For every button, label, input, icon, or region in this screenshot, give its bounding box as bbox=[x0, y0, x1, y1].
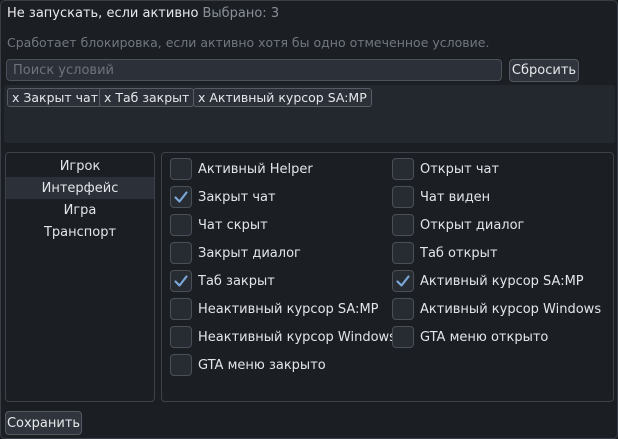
window-title: Не запускать, если активно Выбрано: 3 bbox=[7, 6, 279, 21]
option-label: Активный курсор Windows bbox=[420, 301, 602, 317]
chip-active-cursor-samp[interactable]: x Активный курсор SA:MP bbox=[193, 88, 372, 107]
check-icon bbox=[174, 191, 188, 203]
option-label: Чат скрыт bbox=[198, 217, 268, 233]
checkbox[interactable] bbox=[392, 186, 414, 208]
checkbox[interactable] bbox=[392, 298, 414, 320]
checkbox[interactable] bbox=[392, 270, 414, 292]
selected-chips-area: x Закрыт чат x Таб закрыт x Активный кур… bbox=[4, 85, 615, 143]
checkbox[interactable] bbox=[392, 158, 414, 180]
settings-window: Не запускать, если активно Выбрано: 3 Сра… bbox=[0, 0, 618, 439]
option-label: Неактивный курсор SA:MP bbox=[198, 301, 379, 317]
checkbox[interactable] bbox=[392, 242, 414, 264]
option-tab-open[interactable]: Таб открыт bbox=[392, 241, 498, 265]
chip-closed-chat[interactable]: x Закрыт чат bbox=[7, 88, 103, 107]
sidebar-item-interface[interactable]: Интерфейс bbox=[6, 177, 154, 199]
save-button[interactable]: Сохранить bbox=[5, 411, 82, 435]
selected-count: Выбрано: 3 bbox=[202, 6, 280, 21]
option-chat-visible[interactable]: Чат виден bbox=[392, 185, 490, 209]
hint-text: Сработает блокировка, если активно хотя … bbox=[7, 35, 490, 50]
option-label: Открыт чат bbox=[420, 161, 500, 177]
checkbox[interactable] bbox=[170, 326, 192, 348]
option-active-cursor-windows[interactable]: Активный курсор Windows bbox=[392, 297, 601, 321]
checkbox[interactable] bbox=[170, 158, 192, 180]
reset-button[interactable]: Сбросить bbox=[509, 59, 579, 82]
sidebar-item-player[interactable]: Игрок bbox=[6, 155, 154, 177]
options-panel: Активный Helper Закрыт чат Чат скрыт Зак… bbox=[161, 152, 614, 402]
sidebar-item-transport[interactable]: Транспорт bbox=[6, 221, 154, 243]
option-tab-closed[interactable]: Таб закрыт bbox=[170, 269, 275, 293]
option-label: Закрыт диалог bbox=[198, 245, 301, 261]
option-chat-hidden[interactable]: Чат скрыт bbox=[170, 213, 268, 237]
option-label: Таб открыт bbox=[420, 245, 498, 261]
option-label: Чат виден bbox=[420, 189, 491, 205]
checkbox[interactable] bbox=[170, 186, 192, 208]
checkbox[interactable] bbox=[170, 242, 192, 264]
option-closed-dialog[interactable]: Закрыт диалог bbox=[170, 241, 301, 265]
category-sidebar: Игрок Интерфейс Игра Транспорт bbox=[5, 152, 155, 402]
option-inactive-cursor-windows[interactable]: Неактивный курсор Windows bbox=[170, 325, 396, 349]
checkbox[interactable] bbox=[392, 214, 414, 236]
option-active-helper[interactable]: Активный Helper bbox=[170, 157, 313, 181]
checkbox[interactable] bbox=[170, 354, 192, 376]
option-open-chat[interactable]: Открыт чат bbox=[392, 157, 499, 181]
option-label: Открыт диалог bbox=[420, 217, 525, 233]
option-label: Таб закрыт bbox=[198, 273, 275, 289]
option-label: GTA меню закрыто bbox=[198, 357, 326, 373]
option-inactive-cursor-samp[interactable]: Неактивный курсор SA:MP bbox=[170, 297, 379, 321]
option-closed-chat[interactable]: Закрыт чат bbox=[170, 185, 276, 209]
check-icon bbox=[174, 275, 188, 287]
option-gta-menu-closed[interactable]: GTA меню закрыто bbox=[170, 353, 326, 377]
option-label: GTA меню открыто bbox=[420, 329, 549, 345]
sidebar-item-game[interactable]: Игра bbox=[6, 199, 154, 221]
option-label: Неактивный курсор Windows bbox=[198, 329, 396, 345]
search-input[interactable] bbox=[6, 59, 502, 81]
checkbox[interactable] bbox=[170, 298, 192, 320]
checkbox[interactable] bbox=[170, 270, 192, 292]
chip-tab-closed[interactable]: x Таб закрыт bbox=[99, 88, 195, 107]
option-open-dialog[interactable]: Открыт диалог bbox=[392, 213, 524, 237]
option-label: Активный курсор SA:MP bbox=[420, 273, 584, 289]
option-active-cursor-samp[interactable]: Активный курсор SA:MP bbox=[392, 269, 584, 293]
page-title: Не запускать, если активно bbox=[7, 6, 199, 21]
option-gta-menu-open[interactable]: GTA меню открыто bbox=[392, 325, 548, 349]
check-icon bbox=[396, 275, 410, 287]
checkbox[interactable] bbox=[170, 214, 192, 236]
option-label: Активный Helper bbox=[198, 161, 313, 177]
checkbox[interactable] bbox=[392, 326, 414, 348]
option-label: Закрыт чат bbox=[198, 189, 276, 205]
